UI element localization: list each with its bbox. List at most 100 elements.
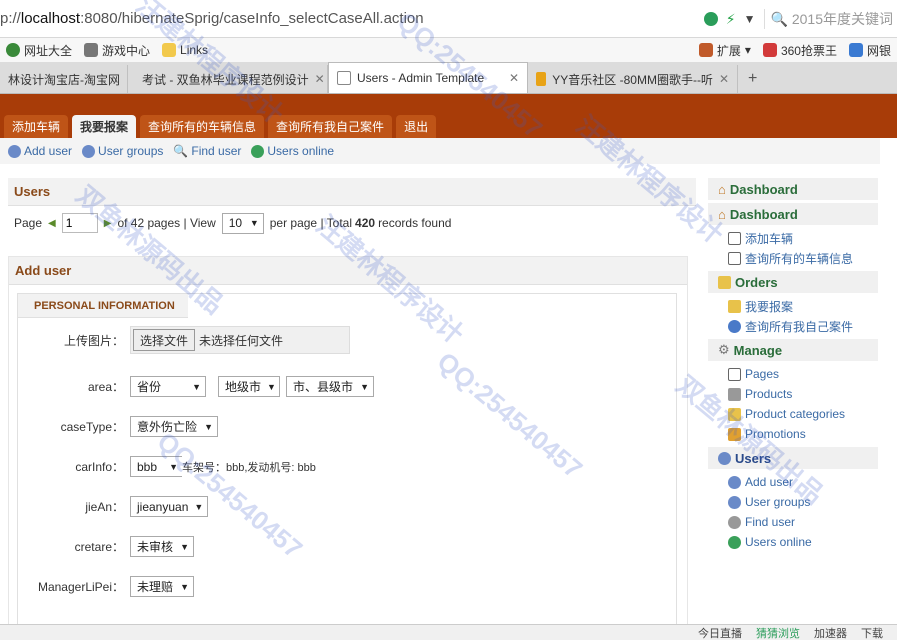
province-select[interactable]: 省份 ▼ [130,376,206,397]
casetype-select[interactable]: 意外伤亡险 ▼ [130,416,218,437]
tag-icon [728,427,741,441]
bookmark-wangzhi[interactable]: 网址大全 [0,42,78,59]
carinfo-row: carInfo： bbb ▼ 车架号：bbb,发动机号: bbb [18,456,316,477]
total-count: 420 [355,216,376,230]
cart-icon [728,387,741,401]
sidebar-item-query-cases[interactable]: 查询所有我自己案件 [708,316,878,336]
sidebar-item-users-online[interactable]: Users online [708,532,878,552]
page-input[interactable] [61,213,98,233]
sidebar-item-user-groups[interactable]: User groups [708,492,878,512]
bookmarks-bar: 网址大全 游戏中心 Links 扩展 ▾ 360抢票王 网银 [0,38,897,62]
right-sidebar: ⌂ Dashboard ⌂ Dashboard 添加车辆 查询所有的车辆信息 Ord… [708,178,878,558]
jiean-row: jieAn： jieanyuan ▼ [18,496,208,517]
users-panel-title: Users [8,178,696,206]
file-status: 未选择任何文件 [199,333,284,348]
document-icon [728,251,741,265]
bank-button[interactable]: 网银 [843,42,897,59]
search-input[interactable]: 🔍 2015年度关键词 [763,9,893,29]
view-count-select[interactable]: 10 ▼ [221,212,264,234]
bookmark-links[interactable]: Links [156,43,214,57]
toolbar-user-groups[interactable]: User groups [82,144,163,158]
personal-info-fieldset: PERSONAL INFORMATION 上传图片： 选择文件 未选择任何文件 … [17,293,677,640]
carinfo-select[interactable]: bbb ▼ [130,456,182,477]
chevron-down-icon[interactable]: ▼ [744,12,756,26]
cretare-select[interactable]: 未审核 ▼ [130,536,194,557]
globe-icon [251,144,265,158]
address-bar[interactable]: p://localhost:8080/hibernateSprig/caseIn… [0,0,897,38]
nav-logout[interactable]: 退出 [396,115,437,138]
folder-icon [728,407,741,421]
sidebar-item-product-categories[interactable]: Product categories [708,404,878,424]
toolbar-users-online[interactable]: Users online [251,144,334,158]
tab-users[interactable]: Users - Admin Template ✕ [328,62,528,93]
tab-strip: 林设计淘宝店-淘宝网✕ 考试 - 双鱼林毕业课程范例设计✕ Users - Ad… [0,62,897,94]
security-icon[interactable] [703,12,718,26]
sidebar-orders[interactable]: Orders [708,271,878,293]
close-icon[interactable]: ✕ [509,71,519,85]
sidebar-item-promotions[interactable]: Promotions [708,424,878,444]
users-panel: Users Page ◀ ▶ of 42 pages | View 10▼ pe… [8,178,696,240]
tab-exam[interactable]: 考试 - 双鱼林毕业课程范例设计 ✕ [128,65,328,93]
ticket-icon [762,43,777,57]
nav-report-case[interactable]: 我要报案 [72,115,137,138]
sidebar-item-find-user[interactable]: Find user [708,512,878,532]
status-download[interactable]: 下载 [861,625,883,640]
cretare-row: cretare： 未审核 ▼ [18,536,194,557]
url-host: localhost [20,10,81,27]
prev-page-icon[interactable]: ◀ [48,218,56,229]
extensions-icon [698,43,713,57]
lipei-select[interactable]: 未理赔 ▼ [130,576,194,597]
page-icon [337,71,351,85]
tab-taobao[interactable]: 林设计淘宝店-淘宝网✕ [0,65,128,93]
folder-icon [728,299,741,313]
nav-query-cases[interactable]: 查询所有我自己案件 [268,115,393,138]
close-icon[interactable]: ✕ [315,72,325,86]
home-icon: ⌂ [718,181,726,197]
status-accelerator[interactable]: 加速器 [814,625,847,640]
sidebar-item-add-vehicle[interactable]: 添加车辆 [708,228,878,248]
tab-yy[interactable]: YY音乐社区 -80MM圈歌手--听 ✕ [528,65,738,93]
action-toolbar: Add user User groups 🔍 Find user Users on… [0,138,880,164]
jiean-select[interactable]: jieanyuan ▼ [130,496,208,517]
gear-icon: ⚙ [718,342,730,357]
add-user-title: Add user [9,257,687,285]
yy-icon [536,72,547,86]
bookmark-games[interactable]: 游戏中心 [78,42,156,59]
area-row: area： 省份 ▼ 地级市 ▼ 市、县级市 ▼ [18,376,374,397]
sidebar-dashboard-1[interactable]: ⌂ Dashboard [708,178,878,200]
toolbar-add-user[interactable]: Add user [8,144,72,158]
sidebar-item-pages[interactable]: Pages [708,364,878,384]
chevron-down-icon: ▼ [249,218,259,228]
city-select[interactable]: 地级市 ▼ [218,376,280,397]
add-user-panel: Add user PERSONAL INFORMATION 上传图片： 选择文件… [8,256,688,640]
new-tab-button[interactable]: + [738,65,767,93]
sidebar-item-add-user[interactable]: Add user [708,472,878,492]
sidebar-users[interactable]: Users [708,447,878,469]
sidebar-item-products[interactable]: Products [708,384,878,404]
next-page-icon[interactable]: ▶ [104,218,112,229]
car-icon [728,319,741,333]
users-icon [82,144,96,158]
sidebar-item-report-case[interactable]: 我要报案 [708,296,878,316]
ticket-button[interactable]: 360抢票王 [757,42,843,59]
extensions-button[interactable]: 扩展 ▾ [693,42,757,59]
url-text[interactable]: p://localhost:8080/hibernateSprig/caseIn… [0,10,424,27]
speed-mode-icon[interactable]: ⚡ [726,11,736,28]
status-live[interactable]: 今日直播 [698,625,742,640]
sidebar-item-query-vehicles[interactable]: 查询所有的车辆信息 [708,248,878,268]
status-browse[interactable]: 猜猜浏览 [756,625,800,640]
toolbar-find-user[interactable]: 🔍 Find user [173,144,241,158]
carinfo-text: 车架号：bbb,发动机号: bbb [182,461,316,474]
user-add-icon [8,144,21,158]
globe-icon [728,535,741,549]
sidebar-dashboard-2[interactable]: ⌂ Dashboard [708,203,878,225]
nav-query-vehicles[interactable]: 查询所有的车辆信息 [140,115,265,138]
nav-add-vehicle[interactable]: 添加车辆 [4,115,69,138]
county-select[interactable]: 市、县级市 ▼ [286,376,374,397]
sidebar-manage[interactable]: ⚙ Manage [708,339,878,361]
search-icon: 🔍 [173,144,189,158]
close-icon[interactable]: ✕ [719,72,729,86]
file-input[interactable]: 选择文件 未选择任何文件 [130,326,350,354]
choose-file-button[interactable]: 选择文件 [133,329,196,351]
user-add-icon [728,475,741,489]
